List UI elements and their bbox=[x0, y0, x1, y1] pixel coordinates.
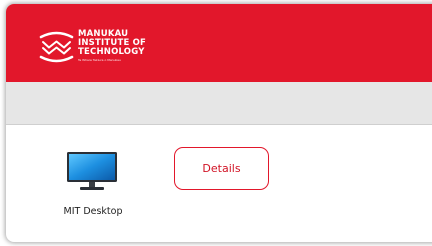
header-bar: MANUKAU INSTITUTE OF TECHNOLOGY Te Whare… bbox=[6, 4, 432, 82]
toolbar-band bbox=[6, 82, 432, 124]
toolbar-divider bbox=[6, 124, 432, 125]
logo-line-3: TECHNOLOGY bbox=[78, 47, 145, 57]
app-window: MANUKAU INSTITUTE OF TECHNOLOGY Te Whare… bbox=[6, 4, 432, 242]
desktop-monitor-icon bbox=[67, 152, 117, 190]
logo-tagline: Te Whare Takiura o Manukau bbox=[78, 58, 121, 62]
manukau-waves-logo-icon bbox=[39, 31, 74, 63]
resource-tile-mit-desktop[interactable]: MIT Desktop bbox=[50, 147, 136, 227]
logo-wordmark: MANUKAU INSTITUTE OF TECHNOLOGY Te Whare… bbox=[78, 30, 146, 63]
resource-label: MIT Desktop bbox=[63, 206, 123, 217]
details-button[interactable]: Details bbox=[174, 147, 269, 190]
